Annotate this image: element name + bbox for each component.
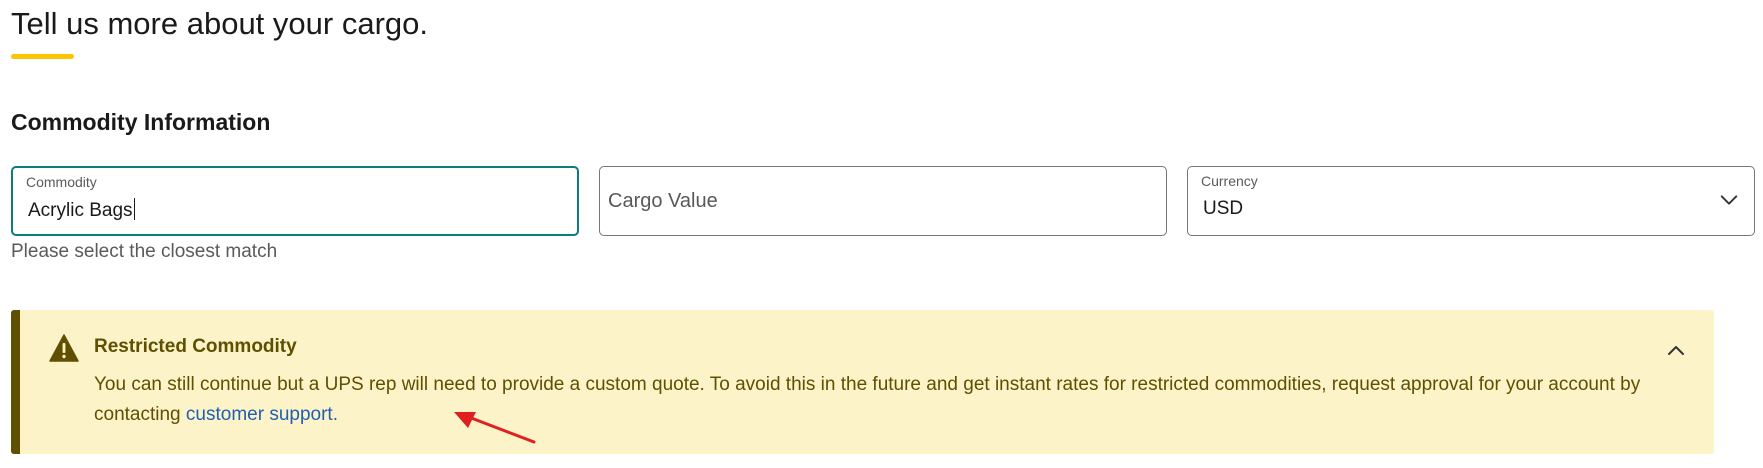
customer-support-link[interactable]: customer support.: [186, 404, 338, 425]
commodity-helper-text: Please select the closest match: [11, 241, 278, 262]
commodity-input[interactable]: Acrylic Bags: [28, 198, 135, 223]
commodity-field-label: Commodity: [26, 174, 97, 190]
section-title: Commodity Information: [11, 109, 271, 135]
alert-message: You can still continue but a UPS rep wil…: [94, 370, 1644, 430]
commodity-field[interactable]: Commodity Acrylic Bags: [11, 166, 579, 236]
warning-icon: [49, 334, 79, 362]
chevron-up-icon[interactable]: [1664, 338, 1688, 362]
currency-select[interactable]: Currency USD: [1187, 166, 1755, 236]
page-title: Tell us more about your cargo.: [11, 6, 428, 41]
cargo-value-field[interactable]: [599, 166, 1167, 236]
alert-title: Restricted Commodity: [94, 336, 297, 357]
restricted-commodity-alert: Restricted Commodity You can still conti…: [11, 310, 1714, 454]
cargo-value-input[interactable]: [608, 189, 1148, 213]
heading-accent-underline: [11, 54, 74, 59]
currency-field-label: Currency: [1201, 173, 1258, 189]
annotation-arrow-icon: [454, 412, 536, 444]
commodity-input-value: Acrylic Bags: [28, 200, 133, 221]
text-caret: [133, 198, 135, 220]
currency-selected-value: USD: [1203, 198, 1244, 219]
chevron-down-icon[interactable]: [1718, 189, 1740, 211]
